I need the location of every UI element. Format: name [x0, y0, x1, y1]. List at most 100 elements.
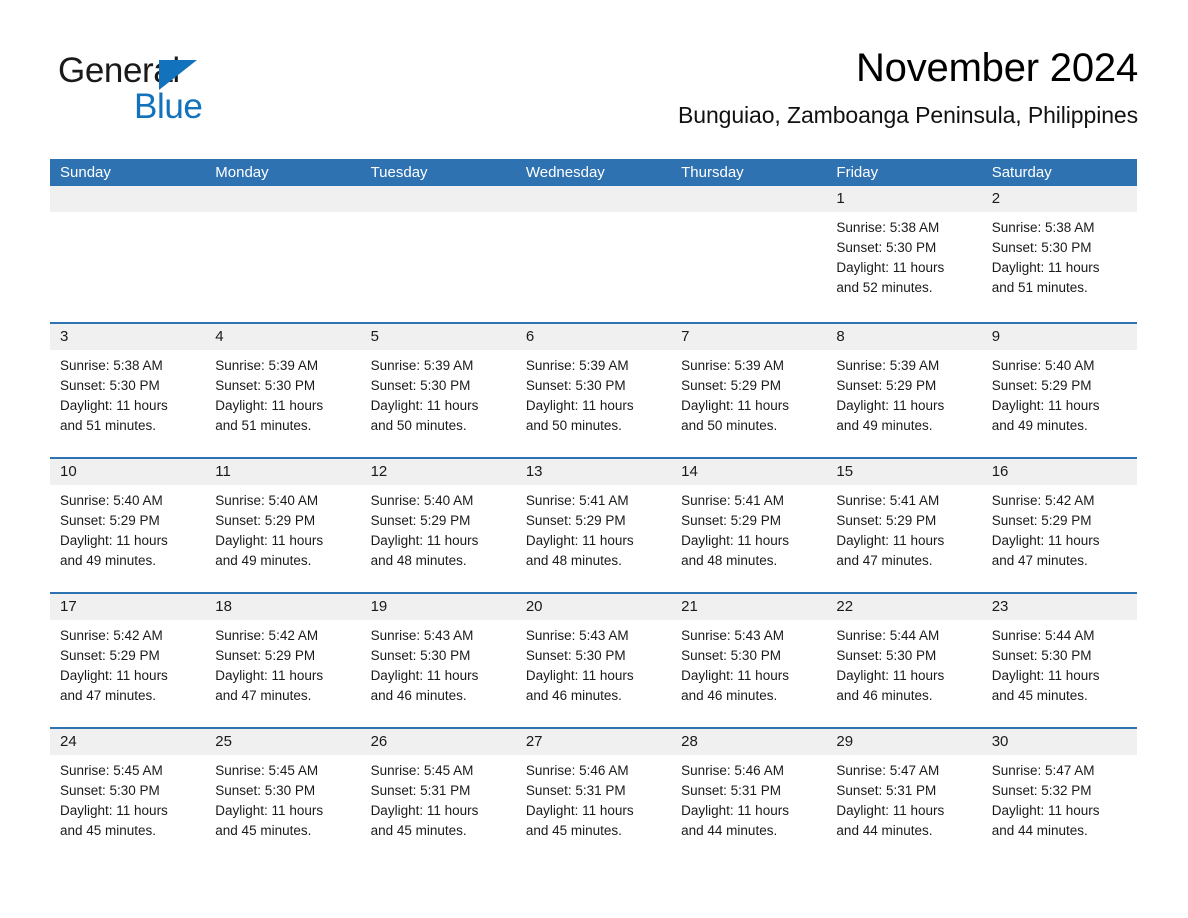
- day-detail-line: Daylight: 11 hours: [681, 398, 789, 413]
- day-details: Sunrise: 5:42 AM Sunset: 5:29 PM Daylight:…: [205, 620, 360, 706]
- calendar-day-cell[interactable]: 1 Sunrise: 5:38 AM Sunset: 5:30 PM Daylight…: [826, 186, 982, 322]
- weekday-header-thursday: Thursday: [681, 164, 744, 181]
- day-detail-line: Sunset: 5:30 PM: [681, 648, 781, 663]
- calendar-day-cell[interactable]: 18 Sunrise: 5:42 AM Sunset: 5:29 PM Dayligh…: [205, 594, 361, 727]
- day-number-band: 1: [826, 186, 982, 212]
- day-details: Sunrise: 5:40 AM Sunset: 5:29 PM Daylight:…: [982, 350, 1137, 436]
- day-detail-line: Daylight: 11 hours: [525, 398, 634, 413]
- day-number: 25: [215, 733, 232, 750]
- day-number-band: 15: [826, 459, 982, 485]
- calendar-day-cell-empty: [360, 186, 516, 322]
- day-detail-line: Sunrise: 5:39 AM: [215, 358, 319, 373]
- calendar-day-cell[interactable]: 3 Sunrise: 5:38 AM Sunset: 5:30 PM Daylight…: [50, 324, 206, 457]
- calendar-day-cell[interactable]: 6 Sunrise: 5:39 AM Sunset: 5:30 PM Daylight…: [515, 324, 672, 457]
- calendar-day-cell[interactable]: 9 Sunrise: 5:40 AM Sunset: 5:29 PM Daylight…: [981, 324, 1137, 457]
- day-detail-line: and 52 minutes.: [836, 280, 933, 295]
- calendar-day-cell[interactable]: 12 Sunrise: 5:40 AM Sunset: 5:29 PM Dayligh…: [360, 459, 516, 592]
- day-detail-line: Sunset: 5:29 PM: [681, 378, 781, 393]
- day-detail-line: Daylight: 11 hours: [370, 803, 479, 818]
- calendar-day-cell[interactable]: 28 Sunrise: 5:46 AM Sunset: 5:31 PM Dayligh…: [671, 729, 827, 862]
- day-number-band: 16: [981, 459, 1137, 485]
- day-detail-line: and 47 minutes.: [60, 688, 157, 703]
- calendar-day-cell[interactable]: 30 Sunrise: 5:47 AM Sunset: 5:32 PM Dayligh…: [981, 729, 1137, 862]
- day-details: [50, 212, 205, 218]
- day-number-band: [515, 186, 672, 212]
- day-number: 14: [681, 463, 698, 480]
- day-detail-line: and 49 minutes.: [836, 418, 933, 433]
- calendar-day-cell[interactable]: 11 Sunrise: 5:40 AM Sunset: 5:29 PM Dayligh…: [205, 459, 361, 592]
- day-detail-line: Daylight: 11 hours: [215, 398, 324, 413]
- day-detail-line: Daylight: 11 hours: [525, 533, 634, 548]
- day-detail-line: Sunrise: 5:44 AM: [991, 628, 1095, 643]
- day-detail-line: Sunrise: 5:41 AM: [681, 493, 784, 508]
- day-number-band: 8: [826, 324, 982, 350]
- calendar-day-cell[interactable]: 23 Sunrise: 5:44 AM Sunset: 5:30 PM Dayligh…: [981, 594, 1137, 727]
- calendar-day-cell[interactable]: 15 Sunrise: 5:41 AM Sunset: 5:29 PM Dayligh…: [826, 459, 982, 592]
- calendar-day-cell[interactable]: 2 Sunrise: 5:38 AM Sunset: 5:30 PM Daylight…: [981, 186, 1137, 322]
- calendar-day-cell[interactable]: 25 Sunrise: 5:45 AM Sunset: 5:30 PM Dayligh…: [205, 729, 361, 862]
- day-number: 4: [215, 328, 224, 345]
- day-detail-line: and 45 minutes.: [370, 823, 467, 838]
- calendar-day-cell-empty: [515, 186, 672, 322]
- calendar-day-cell[interactable]: 17 Sunrise: 5:42 AM Sunset: 5:29 PM Dayligh…: [50, 594, 206, 727]
- day-number-band: 17: [50, 594, 206, 620]
- day-detail-line: Sunrise: 5:45 AM: [60, 763, 163, 778]
- day-number-band: 14: [671, 459, 827, 485]
- day-details: Sunrise: 5:43 AM Sunset: 5:30 PM Daylight:…: [516, 620, 671, 706]
- calendar-day-cell[interactable]: 5 Sunrise: 5:39 AM Sunset: 5:30 PM Daylight…: [360, 324, 516, 457]
- day-detail-line: Sunrise: 5:47 AM: [836, 763, 940, 778]
- calendar-day-cell[interactable]: 8 Sunrise: 5:39 AM Sunset: 5:29 PM Daylight…: [826, 324, 982, 457]
- day-detail-line: Sunrise: 5:43 AM: [525, 628, 629, 643]
- day-details: Sunrise: 5:45 AM Sunset: 5:30 PM Daylight:…: [205, 755, 360, 841]
- calendar-day-cell[interactable]: 26 Sunrise: 5:45 AM Sunset: 5:31 PM Dayligh…: [360, 729, 516, 862]
- day-number-band: 12: [360, 459, 516, 485]
- day-detail-line: Sunset: 5:30 PM: [215, 378, 316, 393]
- calendar-day-cell[interactable]: 16 Sunrise: 5:42 AM Sunset: 5:29 PM Dayligh…: [981, 459, 1137, 592]
- day-detail-line: and 49 minutes.: [991, 418, 1088, 433]
- day-detail-line: Daylight: 11 hours: [215, 803, 324, 818]
- day-detail-line: Daylight: 11 hours: [525, 668, 634, 683]
- calendar-day-cell[interactable]: 22 Sunrise: 5:44 AM Sunset: 5:30 PM Dayligh…: [826, 594, 982, 727]
- day-detail-line: Sunrise: 5:43 AM: [681, 628, 784, 643]
- day-number: 30: [991, 733, 1009, 750]
- day-detail-line: and 44 minutes.: [681, 823, 778, 838]
- day-detail-line: and 45 minutes.: [60, 823, 157, 838]
- day-detail-line: Sunrise: 5:47 AM: [991, 763, 1095, 778]
- calendar-day-cell[interactable]: 14 Sunrise: 5:41 AM Sunset: 5:29 PM Dayligh…: [671, 459, 827, 592]
- calendar-day-cell[interactable]: 10 Sunrise: 5:40 AM Sunset: 5:29 PM Dayligh…: [50, 459, 206, 592]
- day-number: 7: [681, 328, 690, 345]
- day-detail-line: and 44 minutes.: [836, 823, 933, 838]
- day-number-band: 10: [50, 459, 206, 485]
- day-number-band: 25: [205, 729, 361, 755]
- calendar-page: General Blue November 2024 Bunguiao, Zam…: [0, 0, 1188, 918]
- calendar-day-cell[interactable]: 4 Sunrise: 5:39 AM Sunset: 5:30 PM Daylight…: [205, 324, 361, 457]
- day-detail-line: Sunrise: 5:40 AM: [215, 493, 319, 508]
- day-detail-line: Sunset: 5:30 PM: [836, 648, 937, 663]
- calendar-day-cell[interactable]: 20 Sunrise: 5:43 AM Sunset: 5:30 PM Dayligh…: [515, 594, 672, 727]
- day-detail-line: Sunrise: 5:39 AM: [370, 358, 474, 373]
- day-number-band: 3: [50, 324, 206, 350]
- calendar-day-cell[interactable]: 24 Sunrise: 5:45 AM Sunset: 5:30 PM Dayligh…: [50, 729, 206, 862]
- day-number: 26: [370, 733, 388, 750]
- calendar-day-cell[interactable]: 13 Sunrise: 5:41 AM Sunset: 5:29 PM Dayligh…: [515, 459, 672, 592]
- calendar-day-cell[interactable]: 21 Sunrise: 5:43 AM Sunset: 5:30 PM Dayligh…: [671, 594, 827, 727]
- calendar-weeks: 1 Sunrise: 5:38 AM Sunset: 5:30 PM Daylight…: [50, 186, 1137, 862]
- day-detail-line: Sunrise: 5:44 AM: [836, 628, 940, 643]
- day-details: Sunrise: 5:46 AM Sunset: 5:31 PM Daylight:…: [516, 755, 671, 841]
- day-number: 5: [370, 328, 379, 345]
- calendar-week-row: 1 Sunrise: 5:38 AM Sunset: 5:30 PM Daylight…: [50, 186, 1137, 322]
- day-detail-line: and 50 minutes.: [370, 418, 467, 433]
- general-blue-logo[interactable]: General Blue: [58, 50, 358, 128]
- day-detail-line: Sunset: 5:29 PM: [215, 513, 316, 528]
- day-number: 28: [681, 733, 698, 750]
- day-details: Sunrise: 5:41 AM Sunset: 5:29 PM Daylight:…: [516, 485, 671, 571]
- day-details: Sunrise: 5:39 AM Sunset: 5:30 PM Daylight:…: [361, 350, 516, 436]
- calendar-day-cell[interactable]: 19 Sunrise: 5:43 AM Sunset: 5:30 PM Dayligh…: [360, 594, 516, 727]
- day-details: Sunrise: 5:47 AM Sunset: 5:32 PM Daylight:…: [982, 755, 1137, 841]
- day-detail-line: Sunset: 5:31 PM: [525, 783, 626, 798]
- day-detail-line: Sunset: 5:30 PM: [991, 648, 1092, 663]
- calendar-day-cell[interactable]: 7 Sunrise: 5:39 AM Sunset: 5:29 PM Daylight…: [671, 324, 827, 457]
- calendar-day-cell[interactable]: 27 Sunrise: 5:46 AM Sunset: 5:31 PM Dayligh…: [515, 729, 672, 862]
- calendar-day-cell[interactable]: 29 Sunrise: 5:47 AM Sunset: 5:31 PM Dayligh…: [826, 729, 982, 862]
- day-detail-line: Sunset: 5:29 PM: [836, 378, 937, 393]
